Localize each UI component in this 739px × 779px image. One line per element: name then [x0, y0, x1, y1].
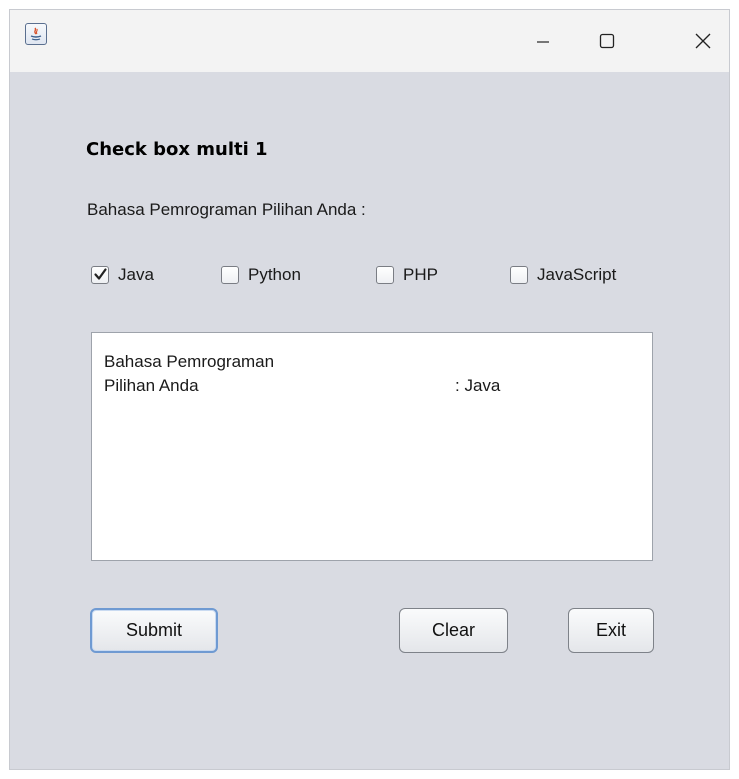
output-line-2-value: : Java [455, 376, 501, 395]
form-title: Check box multi 1 [86, 139, 268, 160]
checkbox-python[interactable]: Python [221, 260, 301, 290]
app-window: Check box multi 1 Bahasa Pemrograman Pil… [9, 9, 730, 770]
clear-button[interactable]: Clear [399, 608, 508, 653]
minimize-button[interactable] [515, 10, 571, 72]
checkbox-box[interactable] [510, 266, 528, 284]
close-icon [695, 33, 711, 49]
language-checkbox-group: Java Python PHP JavaScript [10, 260, 729, 290]
prompt-label: Bahasa Pemrograman Pilihan Anda : [87, 200, 366, 219]
minimize-icon [537, 41, 549, 43]
exit-button[interactable]: Exit [568, 608, 654, 653]
output-line-2-label: Pilihan Anda [104, 376, 199, 395]
maximize-button[interactable] [579, 10, 635, 72]
checkbox-javascript[interactable]: JavaScript [510, 260, 616, 290]
checkbox-java[interactable]: Java [91, 260, 154, 290]
close-button[interactable] [675, 10, 729, 72]
checkbox-box[interactable] [376, 266, 394, 284]
checkbox-label: PHP [403, 265, 438, 284]
java-app-icon[interactable] [25, 23, 47, 45]
maximize-icon [599, 33, 615, 49]
checkbox-label: JavaScript [537, 265, 617, 284]
checkmark-icon [94, 268, 107, 280]
checkbox-label: Java [118, 265, 154, 284]
submit-button[interactable]: Submit [90, 608, 218, 653]
checkbox-label: Python [248, 265, 301, 284]
title-bar [10, 10, 729, 72]
output-text-area[interactable]: Bahasa Pemrograman Pilihan Anda : Java [91, 332, 653, 561]
checkbox-box[interactable] [91, 266, 109, 284]
checkbox-box[interactable] [221, 266, 239, 284]
checkbox-php[interactable]: PHP [376, 260, 438, 290]
output-line-1: Bahasa Pemrograman [104, 352, 275, 371]
